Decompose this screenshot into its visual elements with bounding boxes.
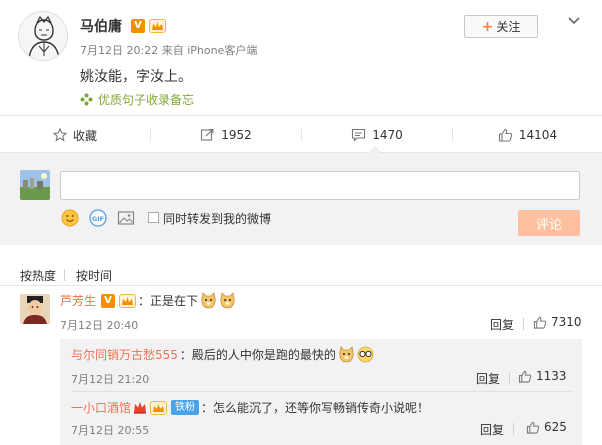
author-badges: V xyxy=(131,19,166,33)
commenter-avatar[interactable] xyxy=(20,294,50,324)
reply-like-button[interactable]: 1133 xyxy=(518,369,567,383)
comment-like-button[interactable]: 7310 xyxy=(533,315,582,329)
reply-text: ：殿后的人中你是跑的最快的 xyxy=(179,348,336,362)
comment-like-count: 7310 xyxy=(551,315,582,329)
repost-icon xyxy=(201,128,214,141)
flower-icon xyxy=(80,93,93,106)
reply-item: 与尔同销万古愁555 ：殿后的人中你是跑的最快的 xyxy=(71,346,374,363)
repost-button[interactable]: 1952 xyxy=(151,116,301,154)
svg-text:GIF: GIF xyxy=(92,215,104,223)
sort-by-hot[interactable]: 按热度 xyxy=(20,267,56,284)
comment-icon xyxy=(352,128,366,142)
post-meta: 7月12日 20:22 来自 iPhone客户端 xyxy=(80,42,257,58)
image-icon[interactable] xyxy=(117,209,135,227)
reply-like-count: 625 xyxy=(544,420,567,434)
comment-item: 芦芳生 V ：正是在下 xyxy=(60,292,236,309)
doge-emoji-icon xyxy=(201,292,216,309)
member-level-icon[interactable] xyxy=(150,400,168,415)
comment-sort-bar: 按热度 按时间 xyxy=(0,258,602,286)
sort-by-time[interactable]: 按时间 xyxy=(76,267,112,284)
like-button[interactable]: 14104 xyxy=(453,116,602,154)
reply-time: 7月12日 20:55 xyxy=(71,424,150,437)
sync-repost-checkbox[interactable] xyxy=(148,212,159,223)
sync-repost-label[interactable]: 同时转发到我的微博 xyxy=(163,210,271,227)
reply-text: ：怎么能沉了，还等你写畅销传奇小说呢！ xyxy=(201,401,430,415)
verified-icon: V xyxy=(101,293,116,308)
reply-item: 一小口酒馆 铁粉 ：怎么能沉了，还等你写畅销传奇小说呢！ xyxy=(71,399,429,416)
star-icon xyxy=(52,128,67,142)
emoji-icon[interactable] xyxy=(61,209,79,227)
replies-box: 与尔同销万古愁555 ：殿后的人中你是跑的最快的 7月12日 21:20 回复 … xyxy=(60,339,582,445)
thumbs-up-icon xyxy=(518,370,532,383)
post-text: 姚汝能，字汝上。 xyxy=(80,69,192,85)
post-source[interactable]: 来自 iPhone客户端 xyxy=(162,44,258,57)
reply-like-count: 1133 xyxy=(536,369,567,383)
reply-time: 7月12日 21:20 xyxy=(71,373,150,386)
gif-icon[interactable]: GIF xyxy=(89,209,107,227)
submit-comment-button[interactable]: 评论 xyxy=(518,210,580,236)
collection-label: 优质句子收录备忘 xyxy=(98,93,195,107)
comment-count: 1470 xyxy=(372,128,403,142)
divider xyxy=(509,372,510,384)
action-bar: 收藏 1952 1470 14104 xyxy=(0,115,602,153)
follow-button[interactable]: + 关注 xyxy=(464,15,538,38)
iron-fan-badge[interactable]: 铁粉 xyxy=(171,400,200,415)
thumbs-up-icon xyxy=(533,316,547,329)
member-level-icon[interactable] xyxy=(149,19,166,33)
follow-label: 关注 xyxy=(496,20,521,34)
post-time[interactable]: 7月12日 20:22 xyxy=(80,44,158,57)
plus-icon: + xyxy=(481,18,494,35)
doge-emoji-icon xyxy=(220,292,235,309)
commenter-name[interactable]: 芦芳生 xyxy=(60,292,96,309)
thumbs-up-icon xyxy=(498,128,513,142)
repost-count: 1952 xyxy=(221,128,252,142)
comment-text: ：正是在下 xyxy=(138,294,199,308)
reply-like-button[interactable]: 625 xyxy=(526,420,567,434)
divider xyxy=(513,423,514,435)
comment-time: 7月12日 20:40 xyxy=(60,319,139,332)
like-count: 14104 xyxy=(518,128,558,142)
divider xyxy=(64,269,65,281)
reply-button[interactable]: 回复 xyxy=(480,421,504,438)
doge-emoji-icon xyxy=(339,346,354,363)
glasses-emoji-icon xyxy=(357,346,374,363)
favorite-label: 收藏 xyxy=(72,128,97,143)
reply-button[interactable]: 回复 xyxy=(490,316,514,333)
replier-name[interactable]: 与尔同销万古愁555 xyxy=(71,346,178,363)
favorite-button[interactable]: 收藏 xyxy=(0,116,150,154)
reply-button[interactable]: 回复 xyxy=(476,370,500,387)
replier-name[interactable]: 一小口酒馆 xyxy=(71,399,131,416)
member-level-icon[interactable] xyxy=(119,293,137,308)
divider xyxy=(71,391,571,392)
thumbs-up-icon xyxy=(526,421,540,434)
collection-link[interactable]: 优质句子收录备忘 xyxy=(80,91,194,108)
my-avatar[interactable] xyxy=(20,170,50,200)
chevron-down-icon[interactable] xyxy=(566,13,582,29)
comment-input[interactable] xyxy=(60,171,580,200)
crown-icon xyxy=(134,402,147,414)
author-avatar[interactable] xyxy=(18,11,68,61)
author-name[interactable]: 马伯庸 xyxy=(80,16,122,36)
verified-icon: V xyxy=(131,19,145,33)
divider xyxy=(523,318,524,330)
